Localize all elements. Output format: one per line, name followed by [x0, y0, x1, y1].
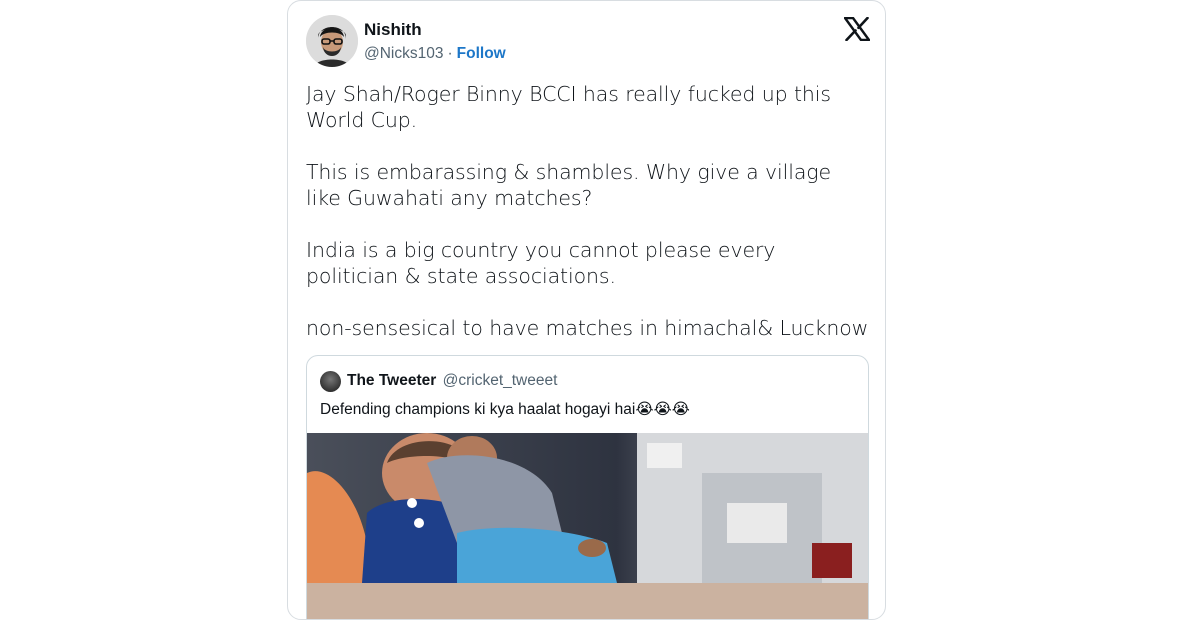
- tweet-text: Jay Shah/Roger Binny BCCI has really fuc…: [306, 81, 871, 367]
- follow-button[interactable]: Follow: [457, 45, 506, 62]
- quoted-tweet[interactable]: The Tweeter @cricket_tweeet Defending ch…: [306, 355, 869, 619]
- avatar[interactable]: [306, 15, 358, 67]
- author-meta: @Nicks103 · Follow: [364, 45, 506, 63]
- x-logo-icon[interactable]: [843, 16, 871, 42]
- quoted-header: The Tweeter @cricket_tweeet: [347, 372, 557, 390]
- quoted-author-name[interactable]: The Tweeter: [347, 372, 436, 389]
- quoted-text: Defending champions ki kya haalat hogayi…: [320, 401, 690, 418]
- tweet-card: Nishith @Nicks103 · Follow Jay Shah/Roger …: [287, 0, 886, 620]
- tweet-paragraph: Jay Shah/Roger Binny BCCI has really fuc…: [306, 82, 831, 132]
- quoted-avatar[interactable]: [320, 371, 341, 392]
- tweet-paragraph: India is a big country you cannot please…: [306, 238, 776, 288]
- tweet-paragraph: This is embarassing & shambles. Why give…: [306, 160, 831, 210]
- tweet-paragraph: non-sensesical to have matches in himach…: [306, 316, 869, 340]
- separator-dot: ·: [447, 45, 453, 62]
- quoted-author-handle[interactable]: @cricket_tweeet: [443, 372, 558, 389]
- author-name[interactable]: Nishith: [364, 20, 422, 40]
- author-handle[interactable]: @Nicks103: [364, 45, 443, 62]
- quoted-media-image[interactable]: [307, 433, 868, 619]
